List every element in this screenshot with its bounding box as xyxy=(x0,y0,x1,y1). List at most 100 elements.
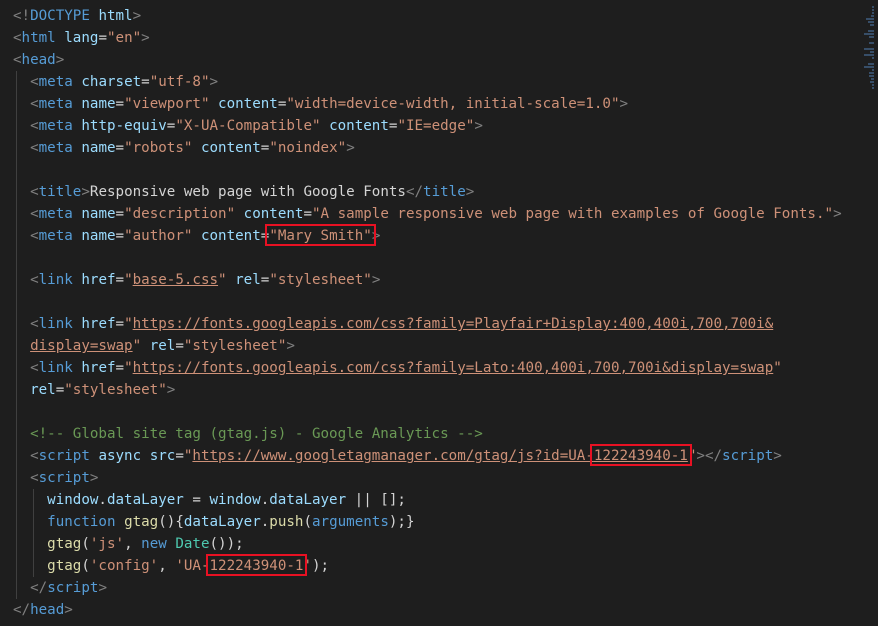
code-token: = xyxy=(175,338,184,354)
code-line[interactable]: <title>Responsive web page with Google F… xyxy=(13,181,842,203)
code-token: ( xyxy=(303,514,312,530)
code-token: content xyxy=(200,228,261,244)
code-line[interactable]: <script> xyxy=(13,467,842,489)
code-token: http-equiv xyxy=(81,118,167,134)
code-token: script xyxy=(722,448,774,464)
code-token: </ xyxy=(405,184,424,200)
code-token: html xyxy=(98,8,133,24)
code-token: < xyxy=(30,470,39,486)
code-line[interactable]: function gtag(){dataLayer.push(arguments… xyxy=(13,511,842,533)
code-line[interactable]: <html lang="en"> xyxy=(13,27,842,49)
code-token: href xyxy=(81,316,116,332)
code-line[interactable]: <link href="base-5.css" rel="stylesheet"… xyxy=(13,269,842,291)
indent-guide xyxy=(33,489,35,511)
code-line[interactable]: <meta charset="utf-8"> xyxy=(13,71,842,93)
code-token: function xyxy=(47,514,116,530)
code-token: , xyxy=(158,558,176,574)
code-token: rel xyxy=(30,382,56,398)
code-line[interactable]: <link href="https://fonts.googleapis.com… xyxy=(13,313,842,335)
code-line[interactable]: gtag('js', new Date()); xyxy=(13,533,842,555)
code-line[interactable]: </script> xyxy=(13,577,842,599)
code-token: < xyxy=(30,118,39,134)
code-token: content xyxy=(218,96,278,112)
code-line[interactable]: <!DOCTYPE html> xyxy=(13,5,842,27)
code-token: meta xyxy=(38,96,73,112)
code-line[interactable]: display=swap" rel="stylesheet"> xyxy=(13,335,842,357)
code-token: DOCTYPE xyxy=(30,8,90,24)
code-editor[interactable]: <!DOCTYPE html> <html lang="en"> <head> <m… xyxy=(13,5,842,621)
code-token: ( xyxy=(81,536,90,552)
minimap-row xyxy=(869,36,874,38)
code-token: window xyxy=(47,492,99,508)
code-token: window xyxy=(209,492,261,508)
minimap-row xyxy=(872,87,874,89)
code-line[interactable]: </head> xyxy=(13,599,842,621)
indent-guide xyxy=(33,555,35,577)
code-line[interactable] xyxy=(13,159,842,181)
code-line[interactable]: <meta name="robots" content="noindex"> xyxy=(13,137,842,159)
code-line[interactable]: <script async src="https://www.googletag… xyxy=(13,445,842,467)
code-token: 122243940-1 xyxy=(593,448,688,464)
code-line[interactable] xyxy=(13,247,842,269)
code-token: ' xyxy=(303,558,313,574)
code-token: script xyxy=(47,580,99,596)
indent-guide xyxy=(16,93,17,115)
code-token: . xyxy=(260,492,270,508)
code-token: title xyxy=(38,184,82,200)
code-line[interactable]: <meta name="author" content="Mary Smith"… xyxy=(13,225,842,247)
indent-guide xyxy=(16,115,17,137)
code-token: "Mary Smith" xyxy=(269,228,372,244)
code-line[interactable]: <meta http-equiv="X-UA-Compatible" conte… xyxy=(13,115,842,137)
indent-guide xyxy=(16,489,17,511)
code-token: 'js' xyxy=(89,536,125,552)
code-token: = xyxy=(55,382,65,398)
code-token: < xyxy=(30,360,39,376)
code-token: > xyxy=(55,52,65,68)
indent-guide xyxy=(16,423,17,445)
code-token: href xyxy=(81,272,116,288)
code-token: dataLayer xyxy=(183,514,261,530)
minimap-row xyxy=(869,81,874,83)
code-token: > xyxy=(474,118,483,134)
code-line[interactable] xyxy=(13,401,842,423)
code-line[interactable]: gtag('config', 'UA-122243940-1'); xyxy=(13,555,842,577)
code-token: arguments xyxy=(312,514,389,530)
code-token: head xyxy=(21,52,56,68)
code-token: name xyxy=(81,206,116,222)
code-line[interactable]: <link href="https://fonts.googleapis.com… xyxy=(13,357,842,379)
indent-guide xyxy=(16,533,17,555)
code-token: ); xyxy=(312,558,330,574)
code-token: 'config' xyxy=(89,558,159,574)
minimap[interactable] xyxy=(864,0,878,626)
code-token: < xyxy=(30,206,39,222)
code-line[interactable]: rel="stylesheet"> xyxy=(13,379,842,401)
code-token: = xyxy=(115,228,125,244)
code-token: < xyxy=(30,272,39,288)
indent-guide xyxy=(16,577,17,599)
code-token: " xyxy=(124,272,133,288)
code-token: content xyxy=(243,206,304,222)
code-line[interactable]: <!-- Global site tag (gtag.js) - Google … xyxy=(13,423,842,445)
code-token: "viewport" xyxy=(124,96,210,112)
code-line[interactable]: <head> xyxy=(13,49,842,71)
code-token: ( xyxy=(81,558,90,574)
code-token: = xyxy=(98,30,107,46)
indent-guide xyxy=(16,247,17,269)
code-token: = xyxy=(115,140,125,156)
code-token: https://fonts.googleapis.com/css?family=… xyxy=(132,316,774,332)
minimap-row xyxy=(868,30,874,32)
code-token: < xyxy=(13,52,22,68)
code-line[interactable]: <meta name="description" content="A samp… xyxy=(13,203,842,225)
code-token: > xyxy=(209,74,219,90)
code-line[interactable]: window.dataLayer = window.dataLayer || [… xyxy=(13,489,842,511)
code-token: script xyxy=(38,448,90,464)
code-line[interactable]: <meta name="viewport" content="width=dev… xyxy=(13,93,842,115)
minimap-row xyxy=(869,42,874,44)
code-line[interactable] xyxy=(13,291,842,313)
code-token: . xyxy=(260,514,270,530)
